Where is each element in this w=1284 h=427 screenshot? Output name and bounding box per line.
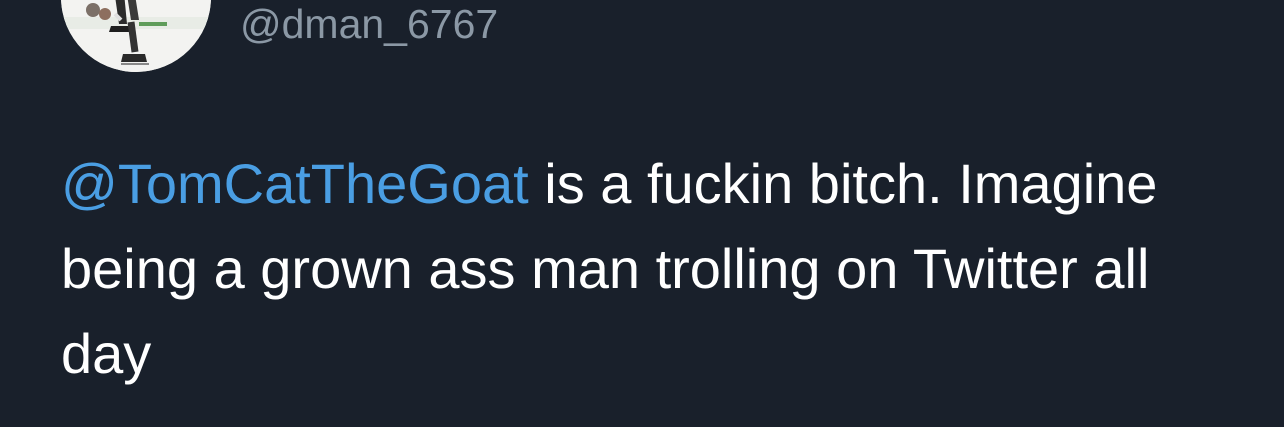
tweet-text: @TomCatTheGoat is a fuckin bitch. Imagin… <box>61 141 1241 396</box>
avatar[interactable] <box>61 0 211 72</box>
mention-link[interactable]: @TomCatTheGoat <box>61 152 529 215</box>
author-handle[interactable]: @dman_6767 <box>240 0 498 48</box>
hockey-player-avatar-icon <box>61 0 211 72</box>
